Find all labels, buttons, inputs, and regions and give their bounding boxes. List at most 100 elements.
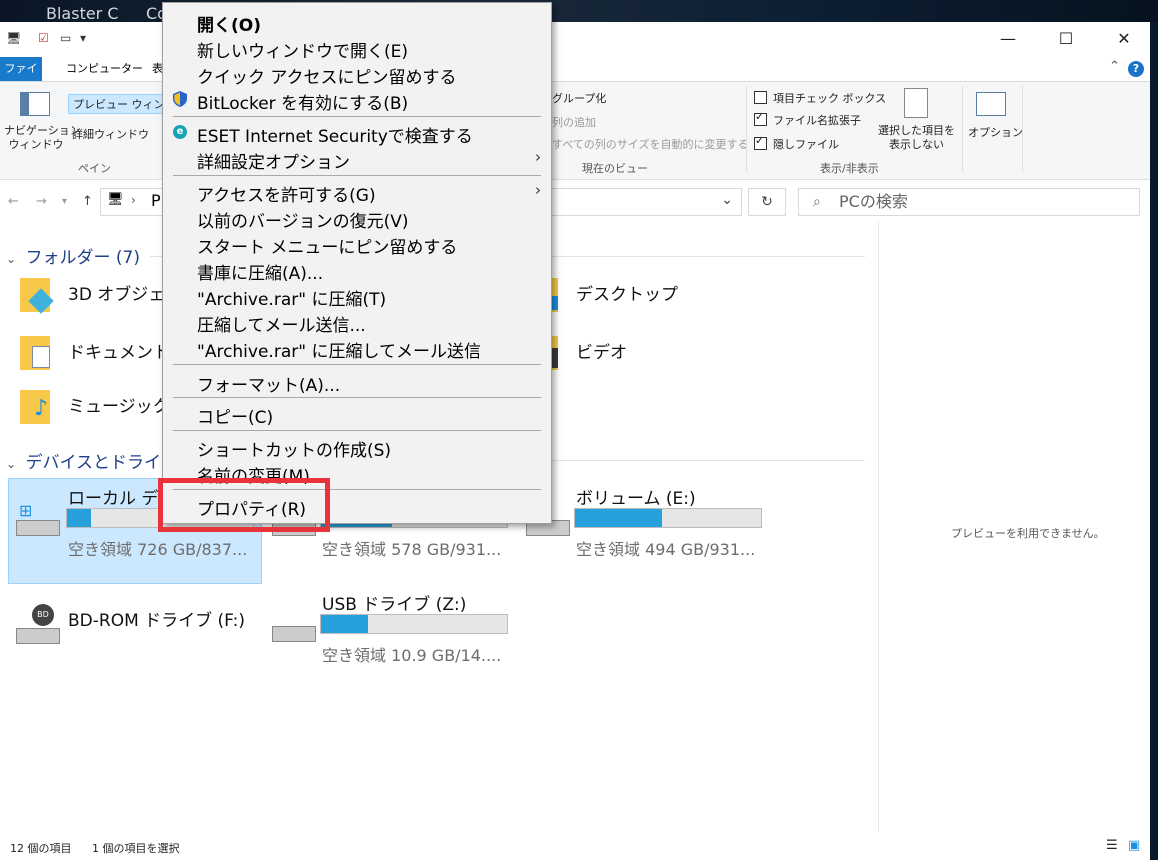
item-checkbox-toggle[interactable]: 項目チェック ボックス: [754, 90, 886, 106]
menu-separator: [173, 430, 541, 431]
disc-icon: BD: [32, 604, 54, 626]
drive-usage-fill: [321, 615, 368, 633]
item-count: 12 個の項目: [10, 842, 72, 855]
preview-pane: プレビューを利用できません。: [878, 222, 1150, 832]
folders-header[interactable]: ⌄ フォルダー (7): [6, 243, 140, 268]
forward-arrow-icon[interactable]: →: [36, 194, 47, 209]
collapse-ribbon-icon[interactable]: ⌃: [1109, 59, 1120, 74]
group-label-current-view: 現在のビュー: [582, 162, 648, 175]
menu-item-eset-scan[interactable]: ESET Internet Securityで検査する: [197, 122, 473, 147]
menu-item-restore-versions[interactable]: 以前のバージョンの復元(V): [197, 207, 409, 232]
chevron-down-icon: ⌄: [6, 252, 17, 266]
group-label-pane: ペイン: [78, 162, 111, 175]
menu-item-archive-rar-mail[interactable]: "Archive.rar" に圧縮してメール送信: [197, 337, 481, 362]
menu-item-bitlocker[interactable]: BitLocker を有効にする(B): [197, 89, 408, 114]
drive-icon: ⊞: [16, 501, 60, 536]
menu-item-give-access[interactable]: アクセスを許可する(G): [197, 181, 376, 206]
shield-icon: [173, 91, 187, 107]
refresh-button[interactable]: ↻: [748, 188, 786, 216]
menu-separator: [173, 397, 541, 398]
menu-separator: [173, 116, 541, 117]
annotation-highlight-box: [158, 478, 330, 532]
hide-selected-button[interactable]: 選択した項目を 表示しない: [878, 124, 955, 152]
devices-header[interactable]: ⌄ デバイスとドライブ: [6, 448, 178, 473]
close-button[interactable]: ✕: [1104, 27, 1144, 51]
help-icon[interactable]: ?: [1128, 61, 1144, 77]
preview-unavailable-text: プレビューを利用できません。: [951, 527, 1105, 540]
drive-usage-bar: [574, 508, 762, 528]
group-label-show-hide: 表示/非表示: [820, 162, 879, 175]
submenu-arrow-icon: ›: [535, 148, 541, 166]
menu-item-pin-start[interactable]: スタート メニューにピン留めする: [197, 233, 457, 258]
recent-locations-icon[interactable]: ▾: [62, 196, 67, 207]
windows-logo-icon: ⊞: [19, 501, 33, 520]
minimize-button[interactable]: —: [988, 27, 1028, 51]
maximize-button[interactable]: ☐: [1046, 27, 1086, 51]
eset-icon: e: [173, 125, 187, 139]
pc-icon: 🖥: [6, 31, 22, 45]
breadcrumb-chevron-icon[interactable]: ›: [131, 193, 136, 207]
details-view-icon[interactable]: ☰: [1106, 838, 1118, 853]
menu-separator: [173, 364, 541, 365]
breadcrumb[interactable]: P: [151, 191, 161, 210]
menu-item-copy[interactable]: コピー(C): [197, 403, 273, 428]
add-columns-button[interactable]: 列の追加: [552, 114, 596, 130]
folder-icon: [20, 336, 50, 370]
ribbon-separator: [1022, 86, 1023, 172]
address-dropdown-icon[interactable]: ⌄: [721, 192, 733, 208]
large-icons-view-icon[interactable]: ▣: [1128, 838, 1140, 853]
drive-icon: [272, 626, 316, 642]
menu-item-open[interactable]: 開く(O): [197, 11, 261, 36]
menu-item-format[interactable]: フォーマット(A)...: [197, 371, 340, 396]
checkbox-icon: [754, 91, 767, 104]
menu-item-compress-mail[interactable]: 圧縮してメール送信...: [197, 311, 366, 336]
menu-item-advanced-options[interactable]: 詳細設定オプション: [197, 148, 350, 173]
context-menu: 開く(O) 新しいウィンドウで開く(E) クイック アクセスにピン留めする Bi…: [162, 2, 552, 524]
menu-item-pin-quick-access[interactable]: クイック アクセスにピン留めする: [197, 63, 457, 88]
menu-separator: [173, 175, 541, 176]
tab-computer[interactable]: コンピューター: [58, 57, 151, 81]
file-ext-label: ファイル名拡張子: [773, 114, 861, 127]
menu-item-archive[interactable]: 書庫に圧縮(A)...: [197, 259, 323, 284]
file-ext-toggle[interactable]: ファイル名拡張子: [754, 110, 861, 128]
properties-icon[interactable]: ☑: [38, 31, 49, 45]
search-placeholder: PCの検索: [839, 192, 908, 211]
submenu-arrow-icon: ›: [535, 181, 541, 199]
details-pane-button[interactable]: 詳細ウィンドウ: [72, 126, 149, 142]
drive-usage-fill: [67, 509, 92, 527]
options-button[interactable]: オプション: [968, 124, 1023, 140]
hidden-files-label: 隠しファイル: [773, 138, 839, 151]
preview-pane-button[interactable]: プレビュー ウィン: [68, 94, 170, 114]
checkbox-icon: [754, 110, 767, 126]
hidden-files-toggle[interactable]: 隠しファイル: [754, 134, 839, 152]
nav-pane-icon: [20, 92, 50, 116]
nav-pane-button[interactable]: ナビゲーション ウィンドウ: [4, 124, 81, 152]
group-by-button[interactable]: グループ化: [552, 90, 606, 106]
new-folder-icon[interactable]: ▭: [60, 31, 71, 45]
search-input[interactable]: ⌕ PCの検索: [798, 188, 1140, 216]
desktop-text: Blaster C: [46, 4, 119, 23]
folder-icon: ♪: [20, 390, 50, 424]
back-arrow-icon[interactable]: ←: [8, 194, 19, 209]
hide-selected-icon: [904, 88, 928, 118]
menu-item-create-shortcut[interactable]: ショートカットの作成(S): [197, 436, 391, 461]
drive-icon: [16, 628, 60, 644]
search-icon: ⌕: [813, 194, 821, 210]
customize-toolbar-icon[interactable]: ▾: [80, 31, 86, 45]
tab-file[interactable]: ファイル: [0, 57, 42, 99]
selected-count: 1 個の項目を選択: [92, 842, 180, 855]
status-bar: 12 個の項目 1 個の項目を選択 ☰ ▣: [0, 832, 1150, 860]
drive-usage-bar: [320, 614, 508, 634]
fit-columns-button[interactable]: すべての列のサイズを自動的に変更する: [552, 136, 748, 152]
options-icon: [976, 92, 1006, 116]
chevron-down-icon: ⌄: [6, 457, 17, 471]
menu-item-archive-rar[interactable]: "Archive.rar" に圧縮(T): [197, 285, 386, 310]
pc-icon: 🖥: [107, 192, 124, 207]
drive-usage-fill: [575, 509, 663, 527]
folder-icon: [20, 278, 54, 314]
menu-item-new-window[interactable]: 新しいウィンドウで開く(E): [197, 37, 408, 62]
item-checkbox-label: 項目チェック ボックス: [773, 92, 887, 105]
ribbon-separator: [746, 86, 747, 172]
up-arrow-icon[interactable]: ↑: [82, 194, 93, 209]
checkbox-icon: [754, 134, 767, 150]
